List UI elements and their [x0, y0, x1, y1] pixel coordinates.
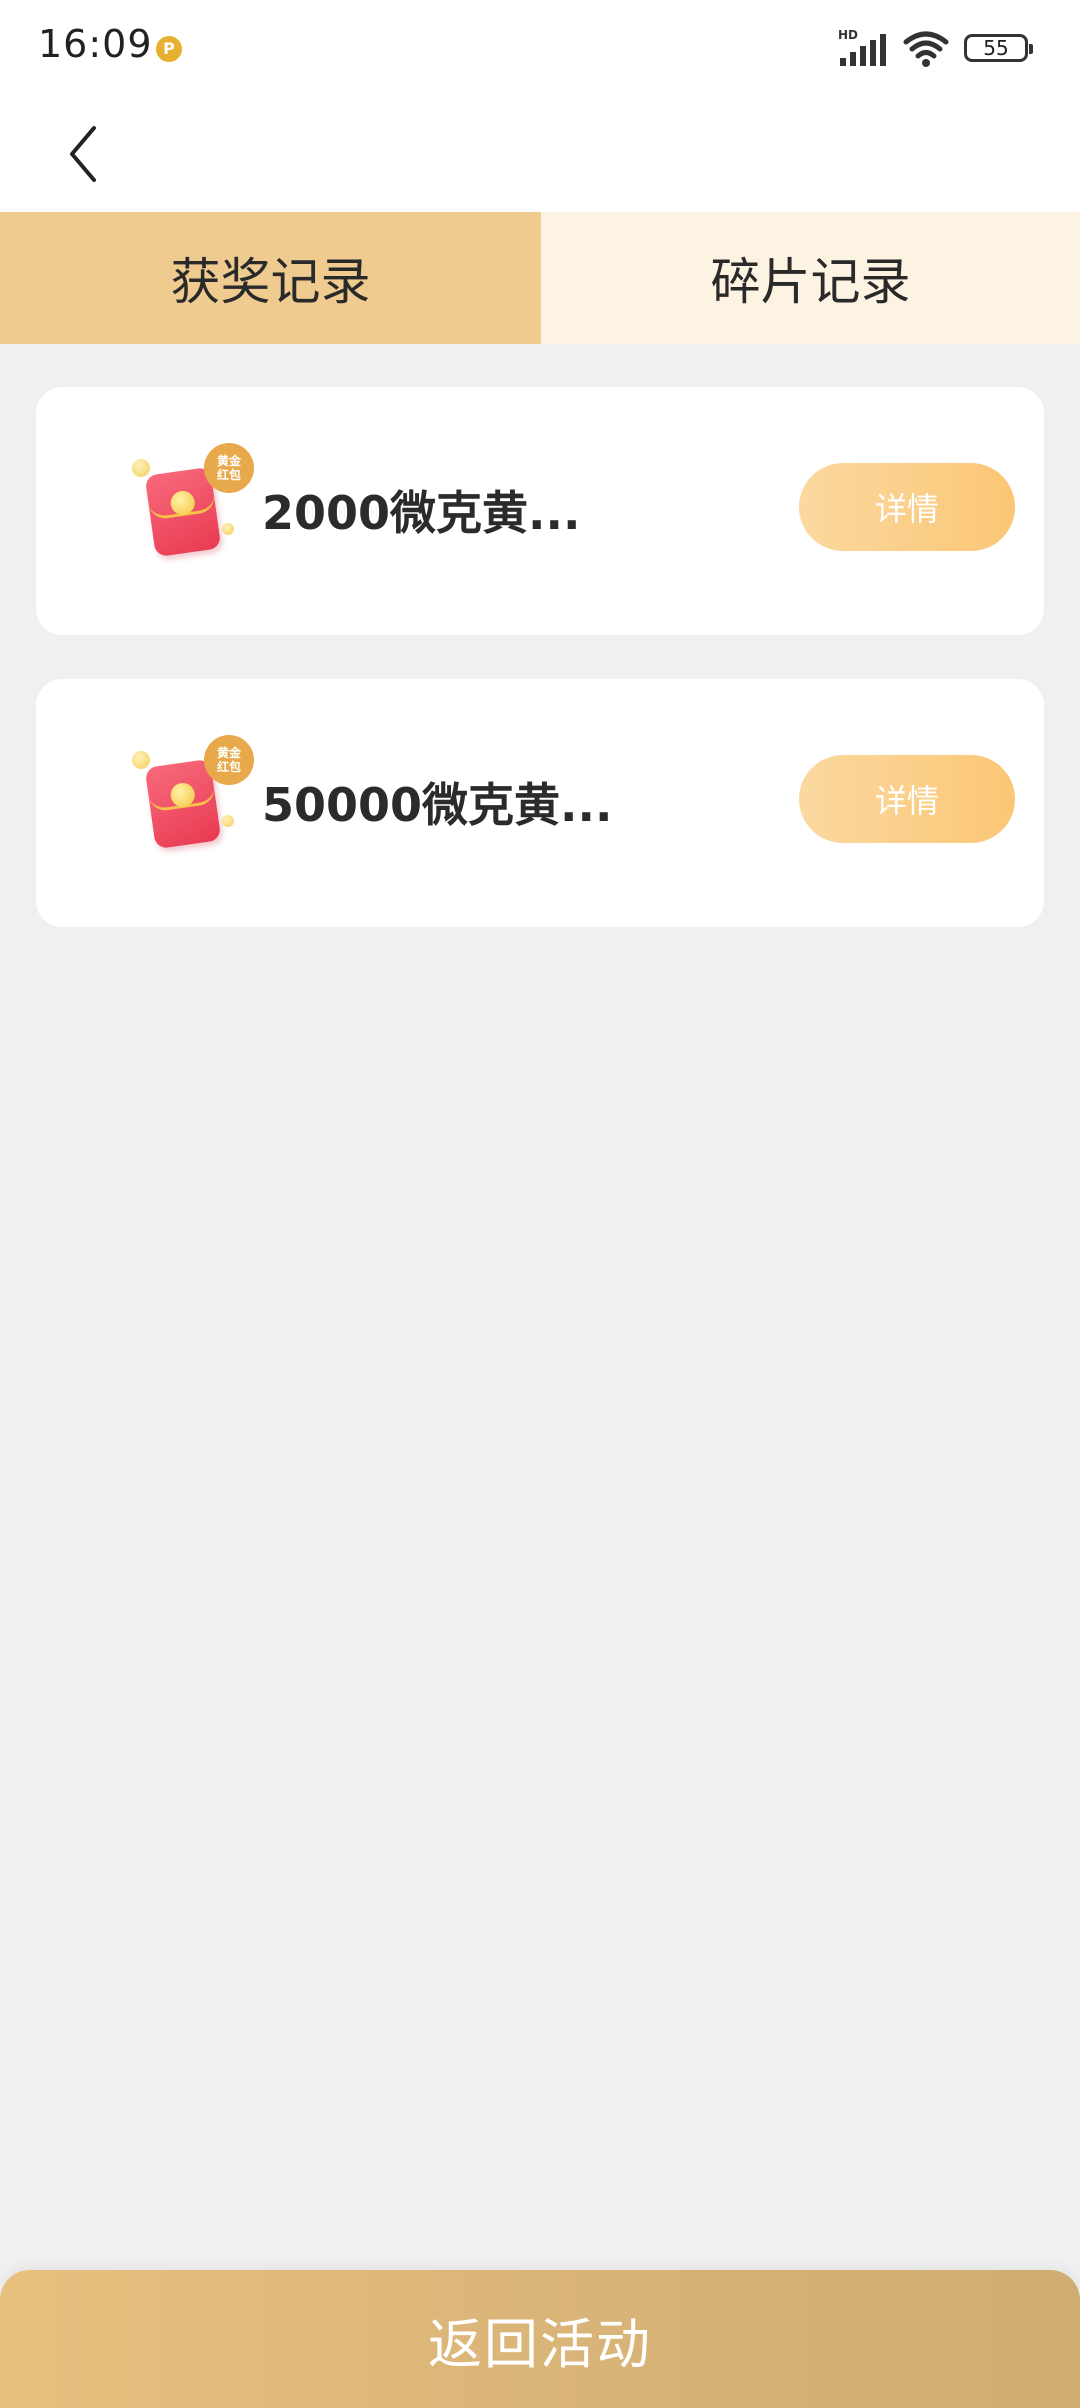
tab-label: 碎片记录 — [710, 253, 911, 311]
details-button[interactable]: 详情 — [799, 755, 1015, 843]
nav-bar — [0, 96, 1080, 212]
status-bar: 16:09 P HD 55 — [0, 0, 1080, 96]
details-button[interactable]: 详情 — [799, 463, 1015, 551]
chevron-left-icon — [70, 126, 96, 182]
tab-fragment-records[interactable]: 碎片记录 — [541, 212, 1080, 344]
prize-title: 50000微克黄... — [262, 778, 613, 832]
gold-badge: 黄金 红包 — [204, 443, 254, 493]
gold-badge: 黄金 红包 — [204, 735, 254, 785]
return-to-activity-button[interactable]: 返回活动 — [0, 2270, 1080, 2408]
back-button[interactable] — [56, 116, 116, 186]
cellular-signal-icon: HD — [838, 28, 886, 66]
battery-level: 55 — [983, 36, 1009, 60]
record-card: 黄金 红包 50000微克黄... 详情 — [36, 679, 1044, 927]
status-indicators: HD 55 — [838, 28, 1033, 68]
battery-icon: 55 — [964, 34, 1033, 62]
red-envelope-icon: 黄金 红包 — [92, 443, 262, 573]
tab-label: 获奖记录 — [170, 253, 371, 311]
record-tabs: 获奖记录 碎片记录 — [0, 212, 1080, 344]
wifi-icon — [903, 31, 949, 67]
prize-title: 2000微克黄... — [262, 486, 581, 540]
bottom-bar: 返回活动 — [0, 2270, 1080, 2408]
tab-prize-records[interactable]: 获奖记录 — [0, 212, 541, 344]
status-time: 16:09 — [38, 22, 153, 66]
red-envelope-icon: 黄金 红包 — [92, 735, 262, 865]
notification-app-icon: P — [156, 36, 182, 62]
record-card: 黄金 红包 2000微克黄... 详情 — [36, 387, 1044, 635]
network-label: HD — [838, 28, 858, 42]
